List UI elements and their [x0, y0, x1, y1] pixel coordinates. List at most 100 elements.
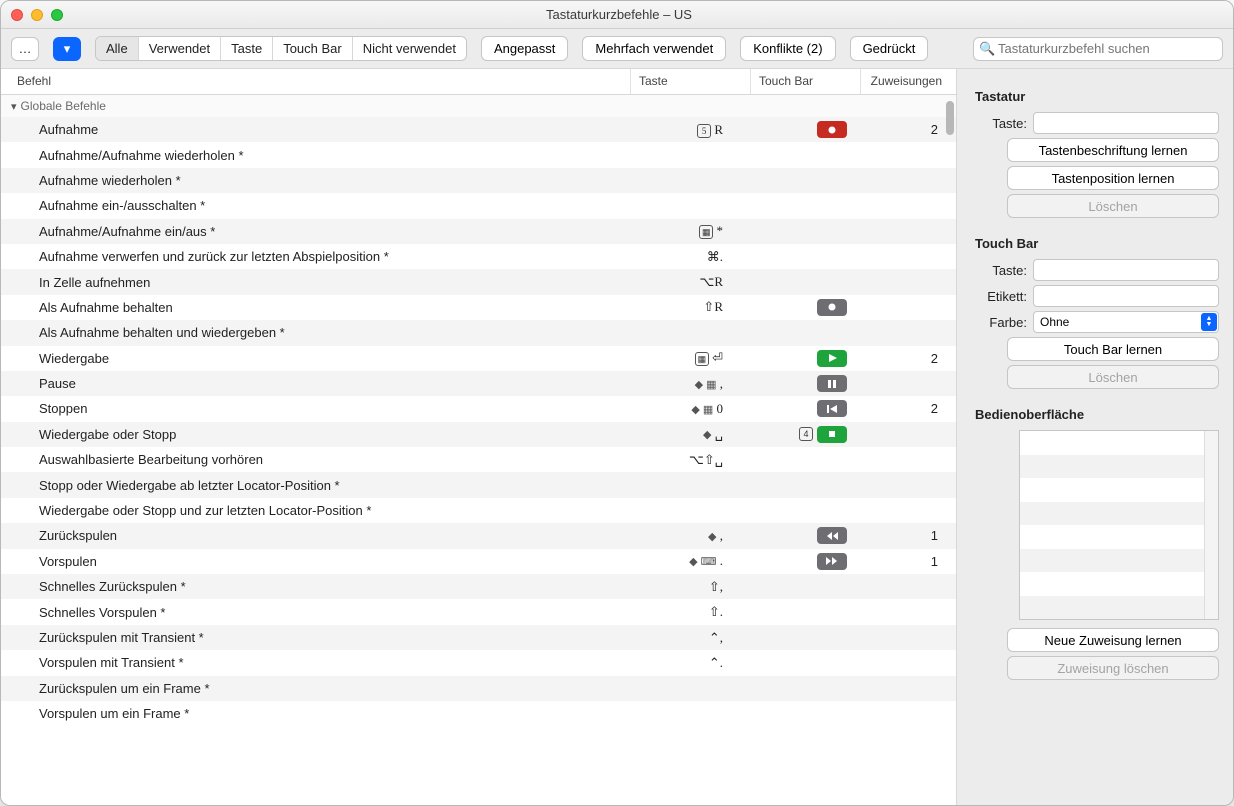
- options-menu-button[interactable]: …: [11, 37, 39, 61]
- label-tb-color: Farbe:: [975, 315, 1027, 330]
- table-row[interactable]: Aufnahme ein-/ausschalten *: [1, 193, 956, 218]
- cell-key: ⇧,: [631, 579, 751, 595]
- cell-key: ◆ ␣: [631, 426, 751, 442]
- close-icon[interactable]: [11, 9, 23, 21]
- section-keyboard: Tastatur: [975, 89, 1219, 104]
- table-row[interactable]: Wiedergabe oder Stopp und zur letzten Lo…: [1, 498, 956, 523]
- toolbar: … ▾ AlleVerwendetTasteTouch BarNicht ver…: [1, 29, 1233, 69]
- cell-command: Als Aufnahme behalten: [1, 300, 631, 315]
- chevron-down-icon: ▾: [11, 100, 17, 113]
- search-icon: 🔍: [979, 41, 995, 57]
- table-row[interactable]: Aufnahme wiederholen *: [1, 168, 956, 193]
- search-input[interactable]: [973, 37, 1223, 61]
- table-row[interactable]: Pause◆▦ ,: [1, 371, 956, 396]
- col-key[interactable]: Taste: [631, 69, 751, 94]
- cell-command: Aufnahme ein-/ausschalten *: [1, 198, 631, 213]
- cell-assignments: 2: [861, 122, 956, 137]
- table-row[interactable]: Stopp oder Wiedergabe ab letzter Locator…: [1, 472, 956, 497]
- table-row[interactable]: Zurückspulen mit Transient *⌃,: [1, 625, 956, 650]
- scrollbar-thumb[interactable]: [946, 101, 954, 135]
- pressed-button[interactable]: Gedrückt: [850, 36, 929, 61]
- table-row[interactable]: Auswahlbasierte Bearbeitung vorhören⌥⇧␣: [1, 447, 956, 472]
- cell-touchbar: 4: [751, 426, 861, 443]
- body: Befehl Taste Touch Bar Zuweisungen ▾Glob…: [1, 69, 1233, 805]
- search-field: 🔍: [973, 37, 1223, 61]
- group-header[interactable]: ▾Globale Befehle: [1, 95, 956, 117]
- cell-key: ◆⌨ .: [631, 553, 751, 569]
- cell-command: Zurückspulen: [1, 528, 631, 543]
- multi-used-button[interactable]: Mehrfach verwendet: [582, 36, 726, 61]
- table-row[interactable]: Aufnahme/Aufnahme wiederholen *: [1, 142, 956, 167]
- table-row[interactable]: Stoppen◆▦ 02: [1, 396, 956, 421]
- table-row[interactable]: Aufnahme verwerfen und zurück zur letzte…: [1, 244, 956, 269]
- cell-command: Stopp oder Wiedergabe ab letzter Locator…: [1, 478, 631, 493]
- filter-seg-nicht-verwendet[interactable]: Nicht verwendet: [353, 37, 466, 60]
- learn-key-label-button[interactable]: Tastenbeschriftung lernen: [1007, 138, 1219, 162]
- window-title: Tastaturkurzbefehle – US: [63, 7, 1175, 22]
- cell-touchbar: [751, 527, 861, 544]
- cell-command: Wiedergabe: [1, 351, 631, 366]
- cell-touchbar: [751, 375, 861, 392]
- table-row[interactable]: Wiedergabe oder Stopp◆ ␣4: [1, 422, 956, 447]
- select-stepper-icon[interactable]: ▲▼: [1201, 313, 1217, 331]
- tb-color-select[interactable]: Ohne: [1033, 311, 1219, 333]
- table-row[interactable]: Wiedergabe▦ ⏎2: [1, 346, 956, 371]
- filter-seg-taste[interactable]: Taste: [221, 37, 273, 60]
- filter-dropdown-button[interactable]: ▾: [53, 37, 81, 61]
- table-row[interactable]: In Zelle aufnehmen⌥R: [1, 269, 956, 294]
- table-row[interactable]: Schnelles Zurückspulen *⇧,: [1, 574, 956, 599]
- surface-assignments-list[interactable]: [1019, 430, 1219, 620]
- delete-key-button: Löschen: [1007, 194, 1219, 218]
- key-input[interactable]: [1033, 112, 1219, 134]
- tb-etikett-input[interactable]: [1033, 285, 1219, 307]
- inspector-panel: Tastatur Taste: Tastenbeschriftung lerne…: [957, 69, 1233, 805]
- col-command[interactable]: Befehl: [1, 69, 631, 94]
- cell-touchbar: [751, 400, 861, 417]
- cell-command: Als Aufnahme behalten und wiedergeben *: [1, 325, 631, 340]
- table-row[interactable]: Vorspulen um ein Frame *: [1, 701, 956, 726]
- tb-key-input[interactable]: [1033, 259, 1219, 281]
- cell-command: Zurückspulen mit Transient *: [1, 630, 631, 645]
- cell-assignments: 2: [861, 401, 956, 416]
- table-row[interactable]: Aufnahme/Aufnahme ein/aus *▦ *: [1, 219, 956, 244]
- label-key: Taste:: [975, 116, 1027, 131]
- table-row[interactable]: Als Aufnahme behalten und wiedergeben *: [1, 320, 956, 345]
- cell-key: ⇧.: [631, 604, 751, 620]
- minimize-icon[interactable]: [31, 9, 43, 21]
- commands-table: Befehl Taste Touch Bar Zuweisungen ▾Glob…: [1, 69, 957, 805]
- cell-command: Aufnahme/Aufnahme wiederholen *: [1, 148, 631, 163]
- filter-seg-verwendet[interactable]: Verwendet: [139, 37, 221, 60]
- table-row[interactable]: Vorspulen◆⌨ .1: [1, 549, 956, 574]
- cell-command: Schnelles Zurückspulen *: [1, 579, 631, 594]
- table-row[interactable]: Schnelles Vorspulen *⇧.: [1, 599, 956, 624]
- table-row[interactable]: Aufnahme5 R2: [1, 117, 956, 142]
- list-scrollbar[interactable]: [1204, 431, 1218, 619]
- conflicts-button[interactable]: Konflikte (2): [740, 36, 835, 61]
- table-row[interactable]: Zurückspulen◆ ,1: [1, 523, 956, 548]
- cell-key: ◆▦ 0: [631, 401, 751, 417]
- cell-touchbar: [751, 350, 861, 367]
- learn-new-assignment-button[interactable]: Neue Zuweisung lernen: [1007, 628, 1219, 652]
- touchbar-rec-icon: [817, 121, 847, 138]
- filter-seg-alle[interactable]: Alle: [96, 37, 139, 60]
- cell-command: Aufnahme/Aufnahme ein/aus *: [1, 224, 631, 239]
- section-touchbar: Touch Bar: [975, 236, 1219, 251]
- touchbar-skipb-icon: [817, 400, 847, 417]
- cell-command: Wiedergabe oder Stopp: [1, 427, 631, 442]
- table-row[interactable]: Vorspulen mit Transient *⌃.: [1, 650, 956, 675]
- cell-command: In Zelle aufnehmen: [1, 275, 631, 290]
- label-tb-key: Taste:: [975, 263, 1027, 278]
- table-row[interactable]: Als Aufnahme behalten⇧R: [1, 295, 956, 320]
- custom-button[interactable]: Angepasst: [481, 36, 568, 61]
- cell-key: ▦ ⏎: [631, 350, 751, 366]
- col-touchbar[interactable]: Touch Bar: [751, 69, 861, 94]
- col-assignments[interactable]: Zuweisungen: [861, 69, 956, 94]
- table-body[interactable]: ▾Globale BefehleAufnahme5 R2 Aufnahme/Auf…: [1, 95, 956, 805]
- filter-seg-touch-bar[interactable]: Touch Bar: [273, 37, 353, 60]
- cell-key: ⌘.: [631, 249, 751, 265]
- learn-touchbar-button[interactable]: Touch Bar lernen: [1007, 337, 1219, 361]
- learn-key-position-button[interactable]: Tastenposition lernen: [1007, 166, 1219, 190]
- zoom-icon[interactable]: [51, 9, 63, 21]
- table-row[interactable]: Zurückspulen um ein Frame *: [1, 676, 956, 701]
- cell-command: Vorspulen mit Transient *: [1, 655, 631, 670]
